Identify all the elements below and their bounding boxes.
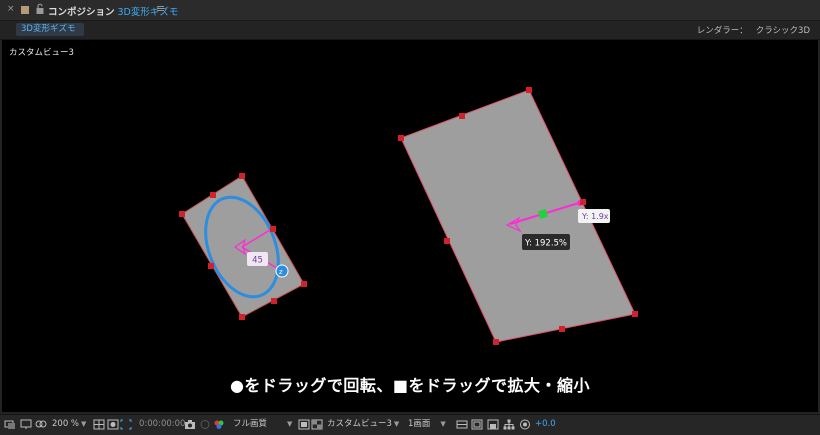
view-layout-value: 1画面 bbox=[408, 419, 431, 429]
composition-flowchart-icon[interactable] bbox=[503, 419, 515, 430]
renderer-setting[interactable]: レンダラー： クラシック3D bbox=[697, 24, 810, 36]
scale-readout-main: Y: 192.5% bbox=[524, 239, 567, 249]
corner-handle[interactable] bbox=[208, 263, 214, 269]
show-snapshot-icon[interactable] bbox=[199, 419, 211, 430]
renderer-label: レンダラー： bbox=[696, 26, 748, 36]
label-color-swatch[interactable] bbox=[21, 6, 29, 14]
menu-icon[interactable]: ≡ bbox=[156, 2, 165, 15]
corner-handle[interactable] bbox=[239, 173, 245, 179]
fast-preview-icon[interactable] bbox=[298, 419, 310, 430]
resolution-dropdown[interactable]: フル画質 ▼ bbox=[233, 418, 292, 431]
toggle-pixel-aspect-icon[interactable] bbox=[456, 419, 468, 430]
mask-icon[interactable] bbox=[35, 419, 47, 430]
lock-icon[interactable] bbox=[35, 3, 45, 15]
comp-navigator-bar: 3D変形ギズモ レンダラー： クラシック3D bbox=[0, 21, 820, 40]
monitor-icon[interactable] bbox=[20, 419, 32, 430]
renderer-value: クラシック3D bbox=[755, 26, 810, 36]
corner-handle[interactable] bbox=[632, 311, 638, 317]
reset-exposure-icon[interactable] bbox=[487, 419, 499, 430]
composition-viewer[interactable]: z 45 Y: 1.9x Y: 192.5% カスタムビュー3 ●をドラッグで回… bbox=[2, 40, 818, 412]
panel-title-label: コンポジション bbox=[48, 7, 115, 18]
chevron-down-icon: ▼ bbox=[81, 420, 87, 428]
always-preview-icon[interactable] bbox=[4, 419, 16, 430]
grid-icon[interactable] bbox=[93, 419, 105, 430]
exposure-value[interactable]: +0.0 bbox=[535, 418, 556, 431]
view-name-label: カスタムビュー3 bbox=[9, 48, 74, 58]
viewer-canvas[interactable]: z 45 Y: 1.9x Y: 192.5% bbox=[2, 40, 818, 412]
corner-handle[interactable] bbox=[210, 192, 216, 198]
3d-view-value: カスタムビュー3 bbox=[327, 419, 392, 429]
chevron-down-icon: ▼ bbox=[287, 420, 293, 428]
corner-handle[interactable] bbox=[270, 226, 276, 232]
transparency-grid-icon[interactable] bbox=[311, 419, 323, 430]
mask-visibility-icon[interactable] bbox=[107, 419, 119, 430]
zoom-value: 200 % bbox=[52, 419, 80, 429]
corner-handle[interactable] bbox=[179, 211, 185, 217]
exposure-icon[interactable] bbox=[519, 419, 531, 430]
color-channel-icon[interactable] bbox=[213, 419, 225, 430]
corner-handle[interactable] bbox=[526, 87, 532, 93]
close-icon[interactable]: × bbox=[7, 4, 15, 14]
corner-handle[interactable] bbox=[580, 199, 586, 205]
corner-handle[interactable] bbox=[444, 238, 450, 244]
corner-handle[interactable] bbox=[239, 314, 245, 320]
camera-icon[interactable] bbox=[184, 419, 196, 430]
corner-handle[interactable] bbox=[398, 135, 404, 141]
corner-handle[interactable] bbox=[271, 298, 277, 304]
corner-handle[interactable] bbox=[493, 339, 499, 345]
chevron-down-icon: ▼ bbox=[440, 420, 446, 428]
flowchart-icon[interactable] bbox=[471, 419, 483, 430]
view-layout-dropdown[interactable]: 1画面 ▼ bbox=[408, 418, 446, 431]
composition-panel: × コンポジション 3D変形ギズモ ≡ 3D変形ギズモ レンダラー： クラシック3D… bbox=[0, 0, 820, 435]
corner-handle[interactable] bbox=[459, 113, 465, 119]
corner-handle[interactable] bbox=[301, 281, 307, 287]
resolution-value: フル画質 bbox=[233, 419, 268, 429]
scale-readout-small: Y: 1.9x bbox=[581, 212, 609, 221]
viewer-bottom-toolbar: 200 % ▼ 0:00:00:00 フル画質 ▼ カスタムビュー3 ▼ 1画面 ▼ +… bbox=[0, 414, 820, 435]
instruction-caption: ●をドラッグで回転、■をドラッグで拡大・縮小 bbox=[229, 376, 591, 395]
comp-breadcrumb[interactable]: 3D変形ギズモ bbox=[16, 23, 84, 36]
3d-view-dropdown[interactable]: カスタムビュー3 ▼ bbox=[327, 418, 399, 431]
zoom-dropdown[interactable]: 200 % ▼ bbox=[52, 418, 86, 431]
corner-handle[interactable] bbox=[559, 326, 565, 332]
chevron-down-icon: ▼ bbox=[393, 420, 400, 428]
rotation-readout: 45 bbox=[252, 256, 263, 266]
region-of-interest-icon[interactable] bbox=[120, 419, 132, 430]
current-time[interactable]: 0:00:00:00 bbox=[139, 418, 185, 431]
axis-label: z bbox=[279, 268, 283, 276]
panel-comp-name: 3D変形ギズモ bbox=[117, 7, 179, 18]
panel-tab-bar: × コンポジション 3D変形ギズモ ≡ bbox=[0, 0, 820, 21]
